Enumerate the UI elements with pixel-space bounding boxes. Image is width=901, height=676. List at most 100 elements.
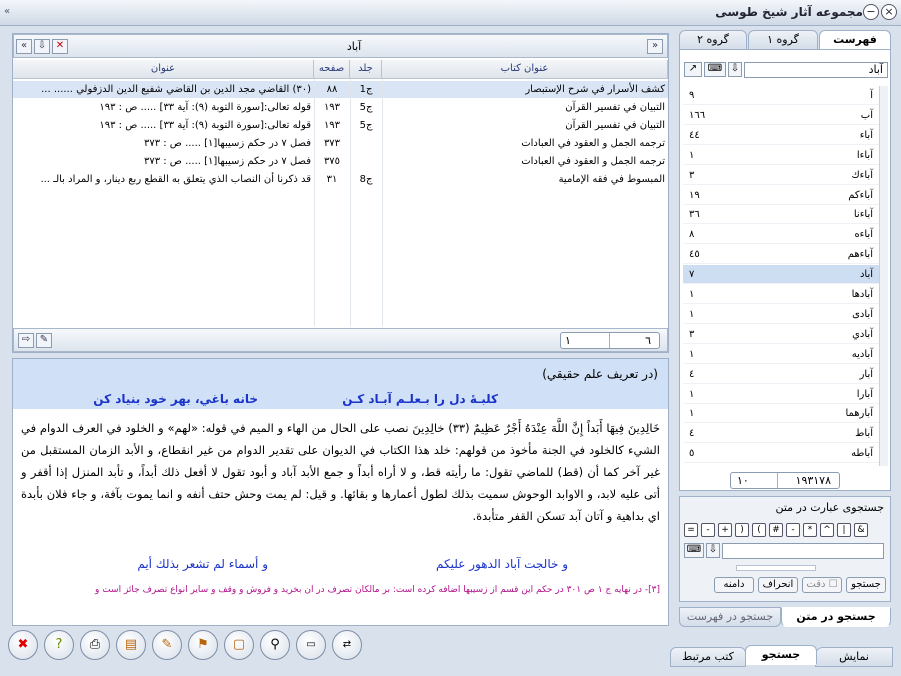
bookmark-add-icon[interactable]: ⚑ bbox=[188, 630, 218, 660]
tab-search[interactable]: جستجو bbox=[745, 645, 817, 665]
word-count: ١ bbox=[689, 289, 695, 300]
operator-button[interactable]: ^ bbox=[820, 523, 834, 537]
table-row[interactable]: قد ذكرنا أن النصاب الذي يتعلق به القطع ر… bbox=[13, 171, 668, 188]
results-footer-bar: ⇨ ✎ ١ ٦ bbox=[13, 328, 668, 352]
word-label: آبار bbox=[859, 368, 873, 380]
tab-group-1[interactable]: گروه ١ bbox=[748, 30, 818, 50]
col-header-book[interactable]: عنوان کتاب bbox=[382, 60, 668, 79]
note-icon[interactable]: ▢ bbox=[224, 630, 254, 660]
sort-down-icon[interactable]: ⇩ bbox=[728, 62, 742, 77]
tab-group-2[interactable]: گروه ٢ bbox=[679, 30, 747, 50]
index-counter-small: ١٠ bbox=[737, 474, 749, 487]
keyboard-icon[interactable]: ⌨ bbox=[704, 62, 726, 77]
list-item[interactable]: آباط ٤ bbox=[683, 424, 879, 444]
list-item[interactable]: آباءهم ٤٥ bbox=[683, 245, 879, 265]
table-row[interactable]: فصل ٧ در حكم زسيبها[١] ..... ص : ٣٧٣ ٣٧٣ ت… bbox=[13, 135, 668, 152]
list-item[interactable]: آبارهما ١ bbox=[683, 404, 879, 424]
word-label: آباديه bbox=[851, 348, 873, 360]
pager-current: ٦ bbox=[645, 334, 651, 347]
list-item[interactable]: آباطه ٥ bbox=[683, 444, 879, 464]
collapse-arrow-icon[interactable]: « bbox=[4, 6, 10, 17]
list-item[interactable]: آباءا ١ bbox=[683, 146, 879, 165]
books-icon[interactable]: ▤ bbox=[116, 630, 146, 660]
accuracy-checkbox[interactable]: دقت ☐ bbox=[802, 577, 842, 593]
tab-display[interactable]: نمايش bbox=[815, 647, 893, 667]
list-item[interactable]: آباديه ١ bbox=[683, 345, 879, 364]
table-row[interactable]: قوله تعالى:[سورة التوبة (٩): آية ٣٣] ...… bbox=[13, 117, 668, 134]
text-size-icon[interactable]: ▭ bbox=[296, 630, 326, 660]
table-row[interactable]: (٣٠) القاضي مجد الدين بن القاضي شفيع الد… bbox=[13, 81, 668, 98]
list-item[interactable]: آباءنا ٣٦ bbox=[683, 205, 879, 225]
table-row[interactable]: فصل ٧ در حكم زسيبها[١] ..... ص : ٣٧٣ ٣٧٥ ت… bbox=[13, 153, 668, 170]
deviation-button[interactable]: انحراف bbox=[758, 577, 798, 593]
operator-button[interactable]: = bbox=[684, 523, 698, 537]
verse-left: خانه باغي، بهر خود بنياد كن bbox=[93, 392, 258, 406]
operator-buttons: = - +)(# - * ^ | & bbox=[684, 523, 884, 539]
word-list-scrollbar[interactable] bbox=[879, 86, 888, 466]
cell-page: ٨٨ bbox=[326, 84, 338, 95]
operator-button[interactable]: | bbox=[837, 523, 851, 537]
text-search-title: جستجوی عبارت در متن bbox=[775, 501, 884, 514]
search-button[interactable]: جستجو bbox=[846, 577, 886, 593]
close-icon[interactable]: ✖ bbox=[8, 630, 38, 660]
list-item[interactable]: آباد ٧ bbox=[683, 265, 879, 285]
compare-icon[interactable]: ⇄ bbox=[332, 630, 362, 660]
word-label: آباء bbox=[859, 129, 873, 141]
tab-related-books[interactable]: كتب مرتبط bbox=[670, 647, 746, 667]
col-header-volume[interactable]: جلد bbox=[350, 60, 382, 79]
tab-search-in-index[interactable]: جستجو در فهرست bbox=[679, 607, 781, 627]
nav-left-icon[interactable]: « bbox=[16, 39, 32, 54]
search-icon[interactable]: ⚲ bbox=[260, 630, 290, 660]
help-icon[interactable]: ? bbox=[44, 630, 74, 660]
operator-button[interactable]: - bbox=[786, 523, 800, 537]
list-item[interactable]: آبادى ١ bbox=[683, 305, 879, 324]
list-item[interactable]: آب ١٦٦ bbox=[683, 106, 879, 125]
remove-icon[interactable]: ✕ bbox=[52, 39, 68, 54]
word-list: آ ٩ آب ١٦٦ آباء ٤٤ آباءا ١ آباءك ٣ آباءكم ١٩ آباءنا ٣… bbox=[683, 86, 879, 466]
list-item[interactable]: آ٩ bbox=[683, 86, 879, 105]
list-item[interactable]: آباءه ٨ bbox=[683, 225, 879, 245]
list-item[interactable]: آباءك ٣ bbox=[683, 166, 879, 185]
minimize-window-icon[interactable]: − bbox=[863, 4, 879, 20]
list-item[interactable]: آبارا ١ bbox=[683, 385, 879, 404]
operator-button[interactable]: * bbox=[803, 523, 817, 537]
operator-button[interactable]: & bbox=[854, 523, 868, 537]
text-search-input[interactable] bbox=[722, 543, 884, 559]
sort-down-icon[interactable]: ⇩ bbox=[706, 543, 720, 558]
table-row[interactable]: قوله تعالى:[سورة التوبة (٩): آية ٣٣] ...… bbox=[13, 99, 668, 116]
verse-right: كلبـهٔ دل را بـعلـم آبـاد كـن bbox=[342, 392, 498, 406]
wrench-icon[interactable]: ✎ bbox=[36, 333, 52, 348]
list-item[interactable]: آباءكم ١٩ bbox=[683, 186, 879, 205]
list-item[interactable]: آبادها ١ bbox=[683, 285, 879, 304]
word-count: ٥ bbox=[689, 448, 695, 460]
cell-book: كشف الأسرار في شرح الإستبصار bbox=[525, 84, 665, 95]
col-header-title[interactable]: عنوان bbox=[13, 60, 314, 79]
word-label: آباطه bbox=[851, 448, 873, 460]
go-arrow-icon[interactable]: ⇨ bbox=[18, 333, 34, 348]
edit-icon[interactable]: ✎ bbox=[152, 630, 182, 660]
operator-button[interactable]: - bbox=[701, 523, 715, 537]
list-item[interactable]: آباء ٤٤ bbox=[683, 126, 879, 145]
keyboard-icon[interactable]: ⌨ bbox=[684, 543, 704, 558]
operator-button[interactable]: ) bbox=[735, 523, 749, 537]
operator-button[interactable]: + bbox=[718, 523, 732, 537]
list-item[interactable]: آبار ٤ bbox=[683, 365, 879, 384]
nav-right-icon[interactable]: » bbox=[647, 39, 663, 54]
col-header-page[interactable]: صفحه bbox=[314, 60, 350, 79]
body-paragraph: خَالِدِينَ فِيهَا أَبَداً إِنَّ اللَّهَ … bbox=[21, 421, 661, 523]
tab-search-in-text[interactable]: جستجو در متن bbox=[781, 607, 891, 627]
operator-button[interactable]: # bbox=[769, 523, 783, 537]
range-button[interactable]: دامنه bbox=[714, 577, 754, 593]
index-search-input[interactable]: آباد bbox=[744, 62, 888, 78]
operator-button[interactable]: ( bbox=[752, 523, 766, 537]
pager[interactable]: ١ ٦ bbox=[560, 332, 660, 349]
tab-index[interactable]: فهرست bbox=[819, 30, 891, 50]
close-window-icon[interactable]: × bbox=[881, 4, 897, 20]
pager-total: ١ bbox=[565, 334, 571, 347]
word-label: آباءكم bbox=[848, 189, 873, 201]
word-count: ١ bbox=[689, 408, 695, 420]
sort-down-icon[interactable]: ⇩ bbox=[34, 39, 50, 54]
print-icon[interactable]: ⎙ bbox=[80, 630, 110, 660]
expand-icon[interactable]: ↗ bbox=[684, 62, 702, 77]
list-item[interactable]: آبادي ٣ bbox=[683, 325, 879, 344]
